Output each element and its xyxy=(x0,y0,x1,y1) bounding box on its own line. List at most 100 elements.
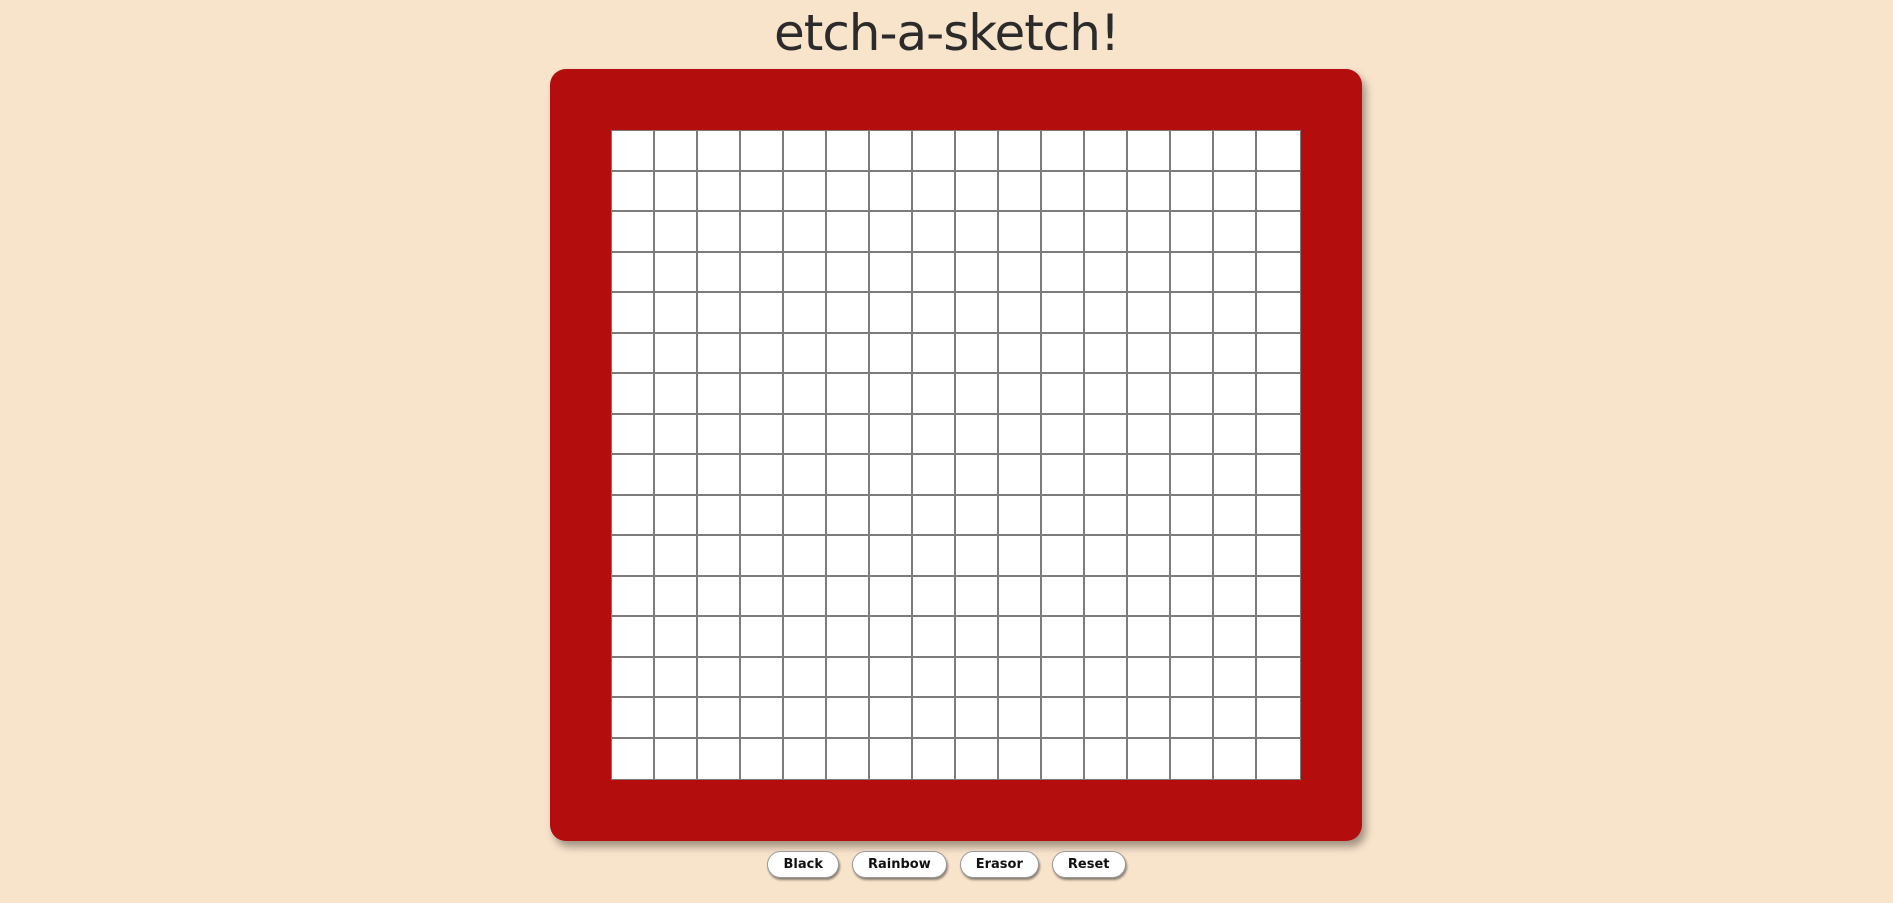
grid-cell[interactable] xyxy=(784,738,827,779)
grid-cell[interactable] xyxy=(784,374,827,415)
grid-cell[interactable] xyxy=(741,576,784,617)
grid-cell[interactable] xyxy=(913,536,956,577)
grid-cell[interactable] xyxy=(1042,536,1085,577)
grid-cell[interactable] xyxy=(1257,495,1300,536)
grid-cell[interactable] xyxy=(827,698,870,739)
grid-cell[interactable] xyxy=(741,131,784,172)
grid-cell[interactable] xyxy=(698,333,741,374)
grid-cell[interactable] xyxy=(913,657,956,698)
grid-cell[interactable] xyxy=(784,495,827,536)
grid-cell[interactable] xyxy=(1042,414,1085,455)
grid-cell[interactable] xyxy=(784,536,827,577)
grid-cell[interactable] xyxy=(870,617,913,658)
grid-cell[interactable] xyxy=(999,738,1042,779)
grid-cell[interactable] xyxy=(741,455,784,496)
grid-cell[interactable] xyxy=(913,293,956,334)
grid-cell[interactable] xyxy=(1257,414,1300,455)
grid-cell[interactable] xyxy=(870,657,913,698)
grid-cell[interactable] xyxy=(827,333,870,374)
grid-cell[interactable] xyxy=(1257,212,1300,253)
grid-cell[interactable] xyxy=(1257,738,1300,779)
grid-cell[interactable] xyxy=(1085,171,1128,212)
grid-cell[interactable] xyxy=(698,131,741,172)
grid-cell[interactable] xyxy=(1214,333,1257,374)
grid-cell[interactable] xyxy=(1128,293,1171,334)
grid-cell[interactable] xyxy=(999,212,1042,253)
grid-cell[interactable] xyxy=(913,495,956,536)
grid-cell[interactable] xyxy=(1085,374,1128,415)
grid-cell[interactable] xyxy=(1042,657,1085,698)
grid-cell[interactable] xyxy=(999,617,1042,658)
grid-cell[interactable] xyxy=(870,171,913,212)
grid-cell[interactable] xyxy=(913,212,956,253)
grid-cell[interactable] xyxy=(827,252,870,293)
grid-cell[interactable] xyxy=(698,495,741,536)
grid-cell[interactable] xyxy=(956,171,999,212)
grid-cell[interactable] xyxy=(1128,657,1171,698)
grid-cell[interactable] xyxy=(1214,212,1257,253)
grid-cell[interactable] xyxy=(612,374,655,415)
grid-cell[interactable] xyxy=(913,252,956,293)
grid-cell[interactable] xyxy=(655,131,698,172)
grid-cell[interactable] xyxy=(1171,698,1214,739)
grid-cell[interactable] xyxy=(1171,657,1214,698)
grid-cell[interactable] xyxy=(1171,333,1214,374)
grid-cell[interactable] xyxy=(1128,131,1171,172)
grid-cell[interactable] xyxy=(1042,212,1085,253)
grid-cell[interactable] xyxy=(698,576,741,617)
grid-cell[interactable] xyxy=(1171,536,1214,577)
grid-cell[interactable] xyxy=(1214,576,1257,617)
grid-cell[interactable] xyxy=(741,293,784,334)
grid-cell[interactable] xyxy=(655,252,698,293)
grid-cell[interactable] xyxy=(999,495,1042,536)
grid-cell[interactable] xyxy=(698,617,741,658)
grid-cell[interactable] xyxy=(655,576,698,617)
grid-cell[interactable] xyxy=(655,333,698,374)
grid-cell[interactable] xyxy=(913,414,956,455)
grid-cell[interactable] xyxy=(1214,617,1257,658)
grid-cell[interactable] xyxy=(741,657,784,698)
grid-cell[interactable] xyxy=(870,414,913,455)
grid-cell[interactable] xyxy=(1257,171,1300,212)
grid-cell[interactable] xyxy=(870,576,913,617)
grid-cell[interactable] xyxy=(698,455,741,496)
grid-cell[interactable] xyxy=(1214,657,1257,698)
grid-cell[interactable] xyxy=(1171,131,1214,172)
grid-cell[interactable] xyxy=(612,252,655,293)
grid-cell[interactable] xyxy=(999,657,1042,698)
grid-cell[interactable] xyxy=(1257,455,1300,496)
grid-cell[interactable] xyxy=(1042,293,1085,334)
grid-cell[interactable] xyxy=(784,333,827,374)
grid-cell[interactable] xyxy=(741,698,784,739)
grid-cell[interactable] xyxy=(870,131,913,172)
grid-cell[interactable] xyxy=(741,536,784,577)
grid-cell[interactable] xyxy=(1171,617,1214,658)
erasor-mode-button[interactable]: Erasor xyxy=(959,851,1039,878)
grid-cell[interactable] xyxy=(741,252,784,293)
grid-cell[interactable] xyxy=(655,617,698,658)
grid-cell[interactable] xyxy=(870,455,913,496)
grid-cell[interactable] xyxy=(1171,293,1214,334)
grid-cell[interactable] xyxy=(655,171,698,212)
grid-cell[interactable] xyxy=(612,495,655,536)
grid-cell[interactable] xyxy=(956,333,999,374)
black-mode-button[interactable]: Black xyxy=(767,851,839,878)
grid-cell[interactable] xyxy=(698,374,741,415)
grid-cell[interactable] xyxy=(655,374,698,415)
reset-button[interactable]: Reset xyxy=(1051,851,1126,878)
grid-cell[interactable] xyxy=(784,252,827,293)
grid-cell[interactable] xyxy=(612,212,655,253)
grid-cell[interactable] xyxy=(1257,536,1300,577)
grid-cell[interactable] xyxy=(698,414,741,455)
grid-cell[interactable] xyxy=(1171,374,1214,415)
grid-cell[interactable] xyxy=(870,374,913,415)
grid-cell[interactable] xyxy=(1257,252,1300,293)
grid-cell[interactable] xyxy=(1171,495,1214,536)
grid-cell[interactable] xyxy=(999,698,1042,739)
grid-cell[interactable] xyxy=(1042,131,1085,172)
grid-cell[interactable] xyxy=(741,617,784,658)
grid-cell[interactable] xyxy=(1257,698,1300,739)
grid-cell[interactable] xyxy=(999,293,1042,334)
grid-cell[interactable] xyxy=(999,455,1042,496)
grid-cell[interactable] xyxy=(956,495,999,536)
